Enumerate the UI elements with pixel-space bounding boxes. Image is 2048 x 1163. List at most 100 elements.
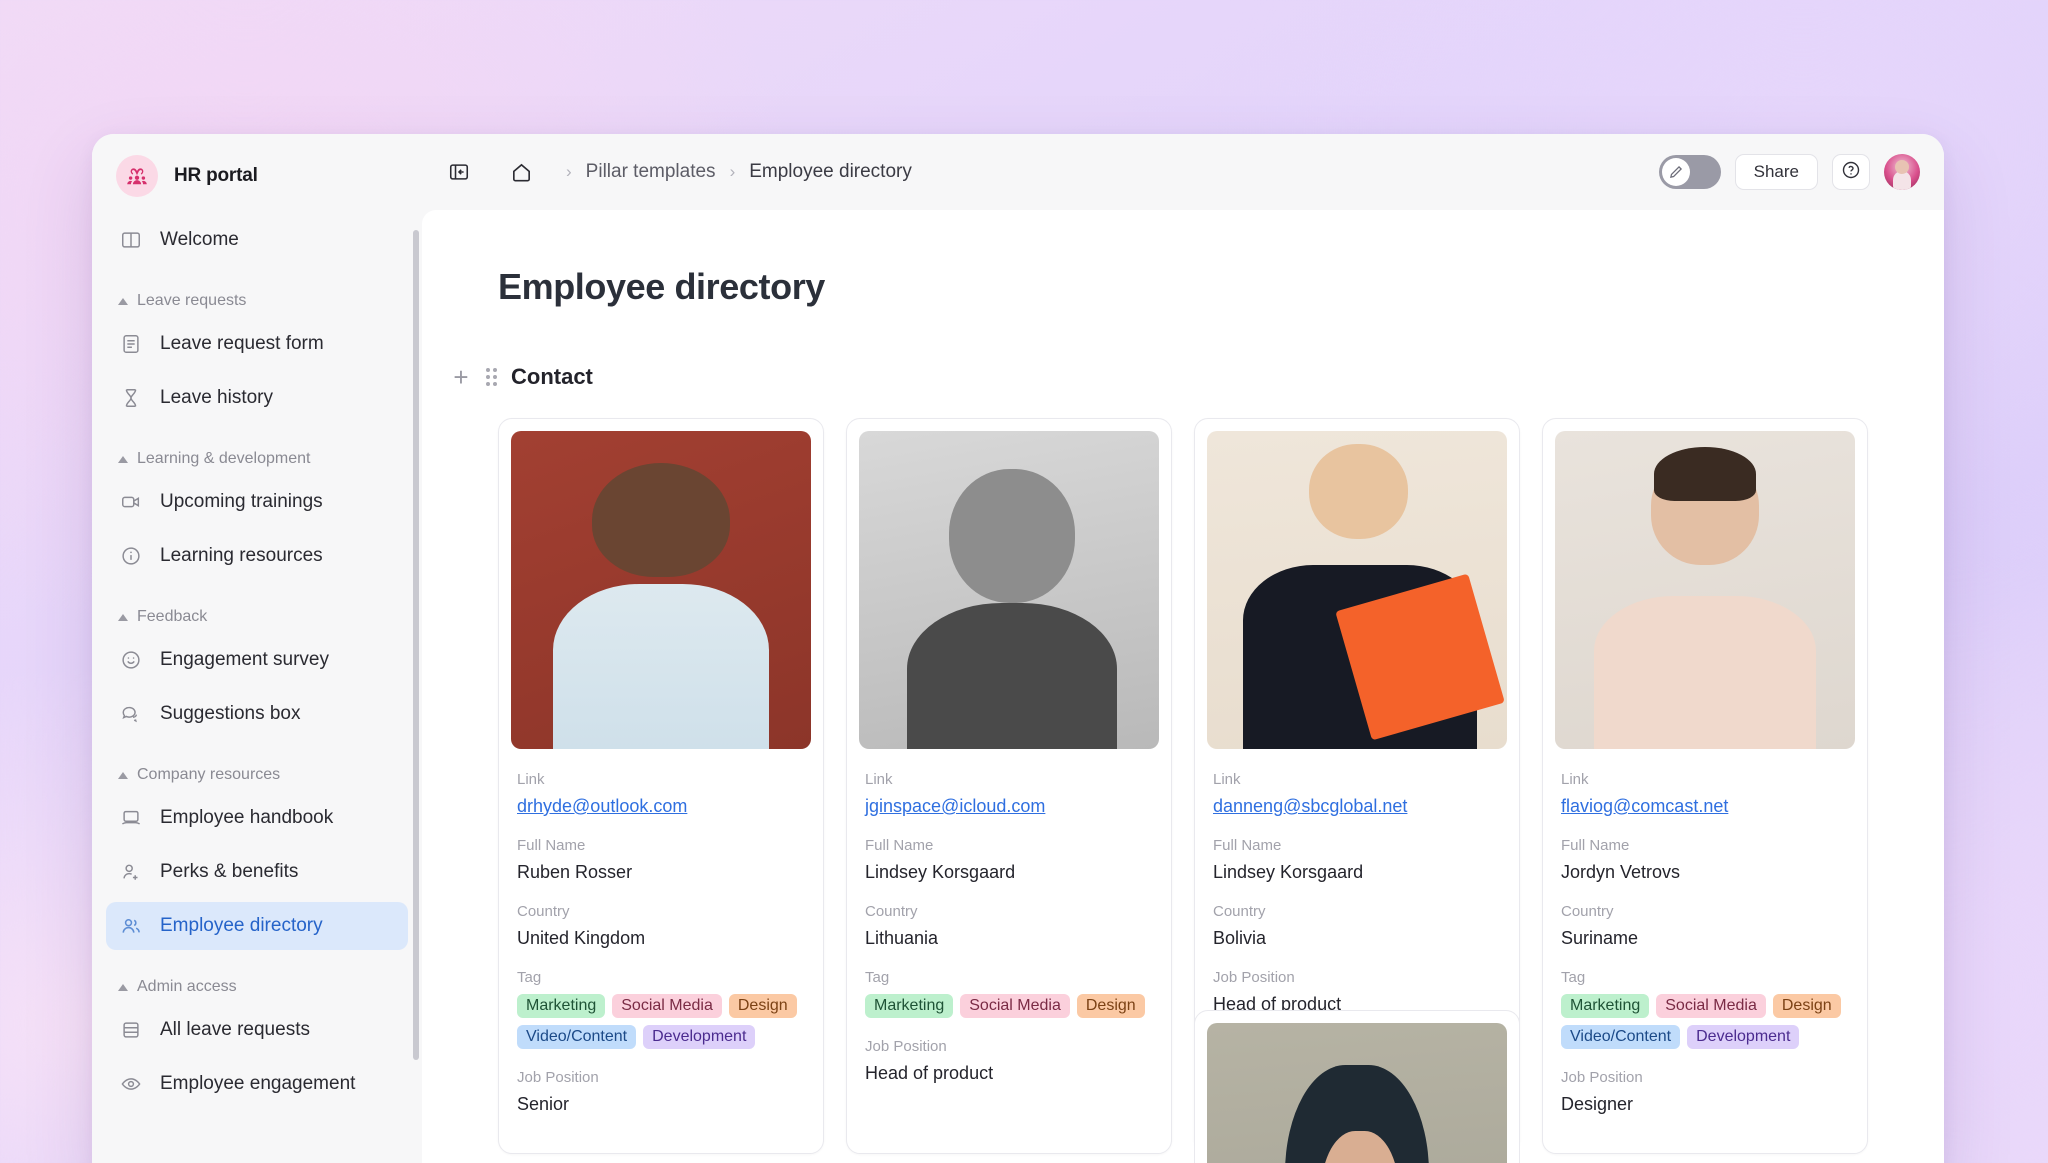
- video-camera-icon: [118, 489, 144, 515]
- employee-country: Bolivia: [1213, 928, 1267, 948]
- employee-email-link[interactable]: drhyde@outlook.com: [517, 796, 687, 817]
- caret-up-icon: [118, 983, 128, 991]
- sidebar-item-leave-history[interactable]: Leave history: [106, 374, 408, 422]
- tag-chip[interactable]: Social Media: [960, 994, 1070, 1018]
- table-rows-icon: [118, 1017, 144, 1043]
- field-label-country: Country: [1561, 903, 1614, 920]
- tag-chip[interactable]: Video/Content: [517, 1025, 637, 1049]
- tag-chip[interactable]: Video/Content: [1561, 1025, 1681, 1049]
- sidebar-item-engagement-survey[interactable]: Engagement survey: [106, 636, 408, 684]
- eye-icon: [118, 1071, 144, 1097]
- sidebar-item-label: All leave requests: [160, 1019, 310, 1040]
- plus-icon[interactable]: +: [450, 364, 472, 390]
- caret-up-icon: [118, 455, 128, 463]
- sidebar-group-label: Company resources: [137, 766, 281, 783]
- field-label-tag: Tag: [1561, 969, 1586, 986]
- tag-chip[interactable]: Marketing: [517, 994, 606, 1018]
- employee-email-link[interactable]: jginspace@icloud.com: [865, 796, 1045, 817]
- sidebar-item-learning-resources[interactable]: Learning resources: [106, 532, 408, 580]
- employee-full-name: Lindsey Korsgaard: [1213, 862, 1364, 882]
- tag-chip[interactable]: Marketing: [865, 994, 954, 1018]
- help-button[interactable]: [1832, 154, 1870, 190]
- employee-card[interactable]: Link drhyde@outlook.com Full Name Ruben …: [498, 418, 824, 1154]
- sidebar-item-label: Welcome: [160, 229, 239, 250]
- section-header-contact: + Contact: [450, 364, 1868, 390]
- sidebar-item-suggestions-box[interactable]: Suggestions box: [106, 690, 408, 738]
- field-label-country: Country: [865, 903, 918, 920]
- breadcrumb-separator: ›: [729, 162, 736, 181]
- sidebar-item-perks-benefits[interactable]: Perks & benefits: [106, 848, 408, 896]
- page-title: Employee directory: [498, 266, 825, 307]
- sidebar-item-label: Learning resources: [160, 545, 323, 566]
- employee-job-position: Senior: [517, 1094, 570, 1114]
- sidebar: HR portal Welcome Leave requests Leave r…: [92, 134, 422, 1163]
- brand[interactable]: HR portal: [92, 134, 422, 210]
- tag-chip[interactable]: Marketing: [1561, 994, 1650, 1018]
- employee-full-name: Ruben Rosser: [517, 862, 633, 882]
- hourglass-icon: [118, 385, 144, 411]
- topbar: › Pillar templates › Employee directory …: [422, 134, 1944, 210]
- share-button-label: Share: [1753, 162, 1799, 181]
- sidebar-item-welcome[interactable]: Welcome: [106, 216, 408, 264]
- breadcrumb-item-employee-directory[interactable]: Employee directory: [749, 161, 912, 183]
- info-circle-icon: [118, 543, 144, 569]
- breadcrumb-item-pillar-templates[interactable]: Pillar templates: [586, 161, 716, 183]
- tag-chip[interactable]: Design: [728, 994, 797, 1018]
- sidebar-group-feedback[interactable]: Feedback: [106, 586, 408, 636]
- sidebar-item-all-leave-requests[interactable]: All leave requests: [106, 1006, 408, 1054]
- field-label-link: Link: [1213, 771, 1241, 788]
- employee-email-link[interactable]: flaviog@comcast.net: [1561, 796, 1728, 817]
- employee-card-grid: Link drhyde@outlook.com Full Name Ruben …: [498, 418, 1868, 1163]
- sidebar-item-leave-request-form[interactable]: Leave request form: [106, 320, 408, 368]
- field-label-job-position: Job Position: [1561, 1069, 1643, 1086]
- employee-full-name: Jordyn Vetrovs: [1561, 862, 1681, 882]
- employee-tags: Marketing Social Media Design Video/Cont…: [1561, 994, 1855, 1049]
- sidebar-item-employee-engagement[interactable]: Employee engagement: [106, 1060, 408, 1108]
- drag-handle-icon[interactable]: [486, 368, 497, 386]
- sidebar-item-upcoming-trainings[interactable]: Upcoming trainings: [106, 478, 408, 526]
- sidebar-item-label: Leave request form: [160, 333, 324, 354]
- caret-up-icon: [118, 613, 128, 621]
- field-label-job-position: Job Position: [1213, 969, 1295, 986]
- employee-card[interactable]: [1194, 1010, 1520, 1163]
- sidebar-item-label: Perks & benefits: [160, 861, 299, 882]
- sidebar-group-admin-access[interactable]: Admin access: [106, 956, 408, 1006]
- edit-mode-toggle[interactable]: [1658, 155, 1721, 189]
- tag-chip[interactable]: Social Media: [612, 994, 722, 1018]
- avatar[interactable]: [1884, 154, 1920, 190]
- sidebar-item-employee-directory[interactable]: Employee directory: [106, 902, 408, 950]
- employee-card[interactable]: Link jginspace@icloud.com Full Name Lind…: [846, 418, 1172, 1154]
- pencil-icon: [1661, 158, 1690, 186]
- employee-email-link[interactable]: danneng@sbcglobal.net: [1213, 796, 1407, 817]
- sidebar-item-employee-handbook[interactable]: Employee handbook: [106, 794, 408, 842]
- field-label-full-name: Full Name: [517, 837, 586, 854]
- main-area: › Pillar templates › Employee directory …: [422, 134, 1944, 1163]
- people-heart-icon: [116, 155, 158, 197]
- tag-chip[interactable]: Development: [643, 1025, 756, 1049]
- sidebar-group-leave-requests[interactable]: Leave requests: [106, 270, 408, 320]
- sidebar-group-company-resources[interactable]: Company resources: [106, 744, 408, 794]
- field-label-full-name: Full Name: [1213, 837, 1282, 854]
- caret-up-icon: [118, 771, 128, 779]
- sidebar-scrollbar[interactable]: [413, 230, 419, 1060]
- tag-chip[interactable]: Social Media: [1656, 994, 1766, 1018]
- tag-chip[interactable]: Design: [1076, 994, 1145, 1018]
- employee-tags: Marketing Social Media Design: [865, 994, 1159, 1018]
- sidebar-item-label: Employee handbook: [160, 807, 334, 828]
- breadcrumb: › Pillar templates › Employee directory: [566, 161, 912, 183]
- employee-photo: [1207, 1023, 1507, 1163]
- employee-card[interactable]: Link flaviog@comcast.net Full Name Jordy…: [1542, 418, 1868, 1154]
- smiley-face-icon: [118, 647, 144, 673]
- home-icon[interactable]: [504, 155, 538, 189]
- field-label-country: Country: [517, 903, 570, 920]
- question-circle-icon: [1841, 160, 1861, 185]
- employee-full-name: Lindsey Korsgaard: [865, 862, 1016, 882]
- panel-collapse-icon[interactable]: [442, 155, 476, 189]
- sidebar-item-label: Employee directory: [160, 915, 323, 936]
- document-icon: [118, 331, 144, 357]
- tag-chip[interactable]: Design: [1772, 994, 1841, 1018]
- sidebar-group-learning-development[interactable]: Learning & development: [106, 428, 408, 478]
- employee-job-position: Designer: [1561, 1094, 1634, 1114]
- tag-chip[interactable]: Development: [1687, 1025, 1800, 1049]
- share-button[interactable]: Share: [1734, 154, 1818, 190]
